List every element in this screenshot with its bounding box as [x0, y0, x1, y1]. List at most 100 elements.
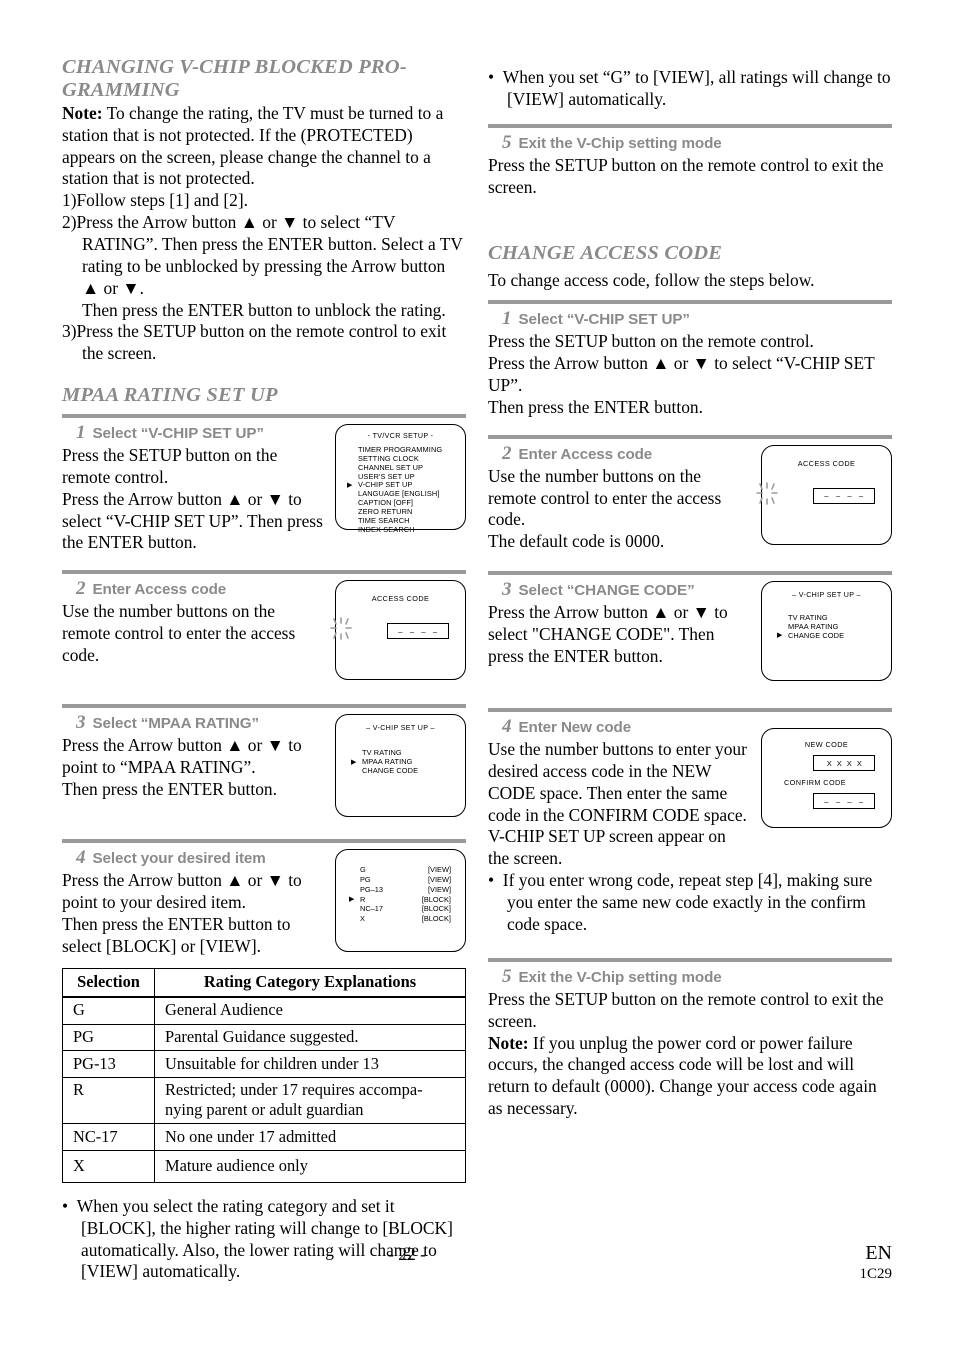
tv-menu-item-label: V-CHIP SET UP — [358, 480, 413, 490]
numbered-step-2: 2)Press the Arrow button ▲ or ▼ to selec… — [62, 212, 463, 298]
step-separator — [488, 957, 892, 962]
rating-name: NC–17 — [360, 904, 384, 914]
tv-menu-item-label: CAPTION [OFF] — [358, 498, 414, 508]
numbered-step-2-continuation: Then press the ENTER button to unblock t… — [62, 300, 466, 322]
tv-menu-list: TIMER PROGRAMMING SETTING CLOCK CHANNEL … — [336, 444, 465, 535]
step-label: Select “V-CHIP SET UP” — [92, 424, 264, 442]
step-block-cac-5: 5 Exit the V-Chip setting mode Press the… — [488, 966, 892, 1120]
numbered-step-1: 1)Follow steps [1] and [2]. — [62, 190, 248, 211]
table-header-row: Selection Rating Category Explanations — [62, 968, 466, 998]
rating-name: PG–13 — [360, 884, 384, 894]
step-number: 5 — [502, 131, 512, 153]
page-footer: - 22 - EN 1C29 — [62, 1242, 892, 1296]
table-header-selection: Selection — [62, 968, 155, 998]
step-header: 5 Exit the V-Chip setting mode — [488, 132, 892, 154]
step-label: Enter Access code — [92, 581, 227, 599]
tv-menu-item-label: MPAA RATING — [788, 621, 839, 631]
rating-name: PG — [360, 874, 371, 884]
table-cell-selection: PG-13 — [62, 1050, 155, 1078]
tv-menu-list: TV RATING MPAA RATING ▶ CHANGE CODE — [762, 613, 891, 641]
step-block-cac-4: NEW CODE X X X X CONFIRM CODE – – – – 4 … — [488, 716, 892, 936]
access-code-field[interactable]: – – – – — [813, 487, 875, 504]
cursor-arrow-icon: ▶ — [777, 632, 783, 640]
step-label: Enter Access code — [518, 445, 653, 463]
note-paragraph: Note: To change the rating, the TV must … — [62, 103, 466, 190]
left-column: CHANGING V-CHIP BLOCKED PRO-GRAMMING Not… — [62, 56, 466, 1283]
tv-menu-item-label: TIME SEARCH — [358, 515, 410, 525]
step-number: 1 — [502, 308, 512, 330]
table-cell-explanation: Parental Guidance suggested. — [154, 1023, 466, 1052]
tv-screen-new-code: NEW CODE X X X X CONFIRM CODE – – – – — [761, 728, 892, 829]
step-label: Exit the V-Chip setting mode — [518, 134, 722, 152]
table-cell-selection: R — [62, 1076, 155, 1125]
confirm-code-field-wrap: – – – – — [762, 793, 891, 810]
table-row: R Restricted; under 17 requires accompa-n… — [62, 1076, 466, 1125]
step-header: 3 Select “CHANGE CODE” — [488, 579, 751, 601]
section-heading-change-access-code: CHANGE ACCESS CODE — [488, 241, 723, 264]
table-cell-explanation: Mature audience only — [154, 1150, 466, 1183]
access-code-field-wrap: – – – – — [756, 481, 891, 505]
tv-menu-item-selected: ▶ CHANGE CODE — [777, 630, 891, 641]
change-access-code-intro: To change access code, follow the steps … — [488, 270, 815, 291]
table-cell-selection: PG — [62, 1023, 155, 1052]
rating-value: [BLOCK] — [421, 894, 451, 904]
step-header: 2 Enter Access code — [62, 578, 325, 600]
confirm-code-label: CONFIRM CODE — [784, 778, 846, 788]
step-header: 2 Enter Access code — [488, 443, 753, 465]
step-header: 5 Exit the V-Chip setting mode — [488, 966, 892, 988]
table-row: PG Parental Guidance suggested. — [62, 1023, 466, 1052]
step-separator — [62, 704, 466, 709]
step-number: 4 — [76, 847, 86, 869]
mpaa-rating-row: PG–13 [VIEW] — [360, 885, 451, 895]
right-column: When you set “G” to [VIEW], all ratings … — [488, 56, 892, 1283]
tv-menu-item: CHANGE CODE — [362, 766, 465, 776]
tv-menu-item-label: INDEX SEARCH — [358, 524, 415, 534]
step-label: Exit the V-Chip setting mode — [518, 968, 722, 986]
confirm-code-field[interactable]: – – – – — [813, 793, 875, 810]
step-label: Enter New code — [518, 719, 632, 737]
step-bullet-note: If you enter wrong code, repeat step [4]… — [488, 870, 892, 936]
cursor-arrow-icon: ▶ — [349, 896, 355, 903]
tv-screen-access-code: ACCESS CODE – – – – — [756, 444, 892, 545]
tv-menu-item-label: CHANGE CODE — [788, 630, 845, 640]
rating-value: [BLOCK] — [421, 914, 451, 924]
step-label: Select your desired item — [92, 850, 266, 868]
tv-menu-item: INDEX SEARCH — [358, 524, 465, 535]
step-block-cac-1: 1 Select “V-CHIP SET UP” Press the SETUP… — [488, 308, 892, 418]
rating-value: [VIEW] — [428, 865, 451, 875]
step-note: Note: If you unplug the power cord or po… — [488, 1033, 892, 1120]
table-cell-explanation: Unsuitable for children under 13 — [154, 1050, 466, 1078]
step-block-cac-3: – V-CHIP SET UP – TV RATING MPAA RATING … — [488, 579, 892, 687]
table-cell-explanation: Restricted; under 17 requires accompa-ny… — [154, 1076, 466, 1125]
table-cell-explanation: General Audience — [154, 996, 466, 1025]
tv-menu-item-label: TIMER PROGRAMMING — [358, 444, 443, 454]
tv-screen-tvvcr-setup: - TV/VCR SETUP - TIMER PROGRAMMING SETTI… — [335, 423, 466, 534]
step-separator — [488, 708, 892, 713]
numbered-step-3: 3)Press the SETUP button on the remote c… — [62, 321, 447, 364]
step-label: Select “CHANGE CODE” — [518, 582, 695, 600]
mpaa-rating-row: X [BLOCK] — [360, 914, 451, 924]
top-bullet-note: When you set “G” to [VIEW], all ratings … — [488, 67, 892, 111]
step-header: 3 Select “MPAA RATING” — [62, 712, 325, 734]
tv-menu-item-label: CHANNEL SET UP — [358, 462, 424, 472]
step-separator — [488, 434, 892, 439]
page-number: - 22 - — [388, 1244, 426, 1264]
access-code-title: ACCESS CODE — [797, 458, 856, 468]
note-label: Note: — [62, 102, 103, 123]
access-code-title: ACCESS CODE — [371, 594, 430, 604]
mpaa-rating-row: PG [VIEW] — [360, 875, 451, 885]
table-row: G General Audience — [62, 996, 466, 1025]
section-heading-mpaa-rating-setup: MPAA RATING SET UP — [62, 384, 278, 407]
table-cell-explanation: No one under 17 admitted — [154, 1123, 466, 1152]
tv-screen-access-code: ACCESS CODE – – – – — [330, 580, 466, 681]
changing-vchip-steps: 1)Follow steps [1] and [2]. 2)Press the … — [62, 190, 466, 365]
tv-screen-title: – V-CHIP SET UP – — [792, 591, 861, 600]
note-label: Note: — [488, 1032, 529, 1053]
step-body-3: Then press the ENTER button. — [488, 396, 703, 417]
mpaa-rating-row: NC–17 [BLOCK] — [360, 904, 451, 914]
step-label: Select “V-CHIP SET UP” — [518, 311, 690, 329]
new-code-label: NEW CODE — [804, 740, 849, 750]
access-code-field[interactable]: – – – – — [387, 623, 449, 640]
mpaa-rating-row-selected: ▶ R [BLOCK] — [349, 894, 451, 905]
new-code-field[interactable]: X X X X — [813, 755, 875, 772]
